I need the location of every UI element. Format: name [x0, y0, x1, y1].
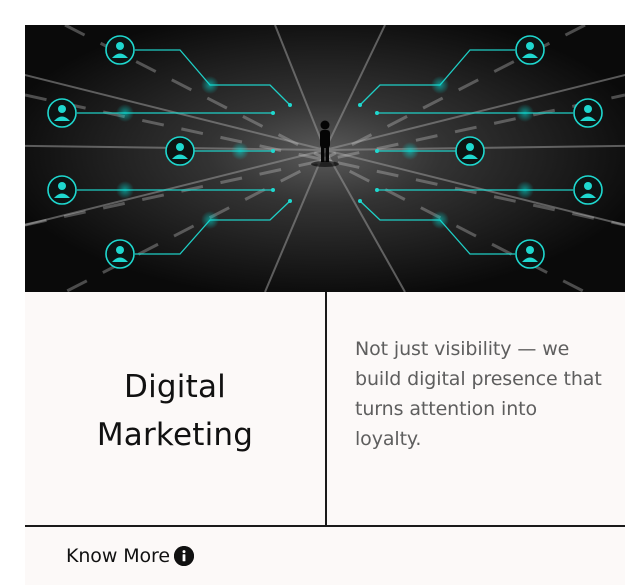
service-card: Digital Marketing Not just visibility — … [25, 25, 625, 585]
vertical-divider [325, 292, 327, 525]
hero-image [25, 25, 625, 292]
description-cell: Not just visibility — we build digital p… [355, 334, 605, 454]
service-description: Not just visibility — we build digital p… [355, 338, 602, 450]
service-content: Digital Marketing Not just visibility — … [25, 292, 625, 525]
know-more-label: Know More [66, 545, 170, 567]
know-more-link[interactable]: Know More [66, 543, 194, 569]
info-icon [173, 546, 194, 566]
title-line-2: Marketing [96, 416, 254, 453]
card-footer: Know More [25, 527, 625, 585]
title-line-1: Digital [124, 368, 226, 405]
title-cell: Digital Marketing [25, 292, 325, 525]
service-title: Digital Marketing [75, 363, 275, 459]
